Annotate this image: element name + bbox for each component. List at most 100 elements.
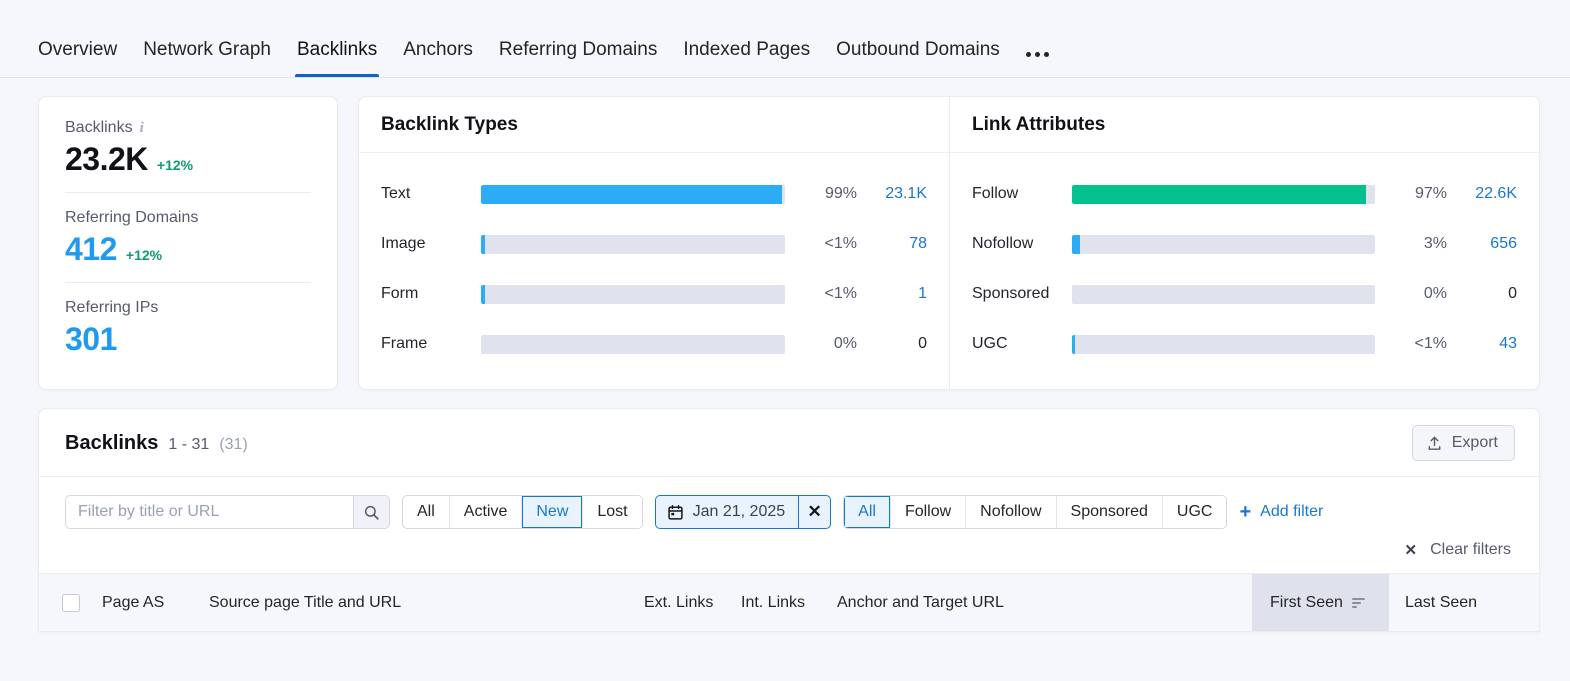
search-button[interactable] (353, 496, 389, 528)
backlinks-title-group: Backlinks 1 - 31 (31) (65, 432, 248, 455)
bar-count[interactable]: 23.1K (857, 185, 927, 203)
attribute-filter-nofollow[interactable]: Nofollow (965, 496, 1055, 528)
attribute-filter-all[interactable]: All (844, 496, 890, 528)
stat-referring-domains: Referring Domains 412 +12% (65, 192, 311, 282)
attribute-filter-sponsored[interactable]: Sponsored (1055, 496, 1162, 528)
bar-percent: 99% (824, 185, 857, 202)
bar-percent: <1% (1414, 335, 1447, 352)
attribute-filter-follow[interactable]: Follow (889, 496, 965, 528)
search-input[interactable] (66, 496, 353, 528)
column-header-source-page[interactable]: Source page Title and URL (209, 574, 644, 631)
main-tab-bar: Overview Network Graph Backlinks Anchors… (0, 0, 1570, 78)
stat-referring-ips-label: Referring IPs (65, 299, 159, 316)
clear-filters-row: ✕ Clear filters (39, 529, 1539, 573)
bar-fill (1072, 334, 1075, 354)
status-filter-group: All Active New Lost (402, 495, 643, 529)
summary-cards-row: Backlinks i 23.2K +12% Referring Domains… (0, 78, 1570, 390)
add-filter-label: Add filter (1260, 503, 1324, 520)
column-header-page-as[interactable]: Page AS (102, 574, 209, 631)
bar-row-follow: Follow 97% 22.6K (972, 169, 1517, 219)
bar-percent: 0% (1423, 285, 1447, 302)
ellipsis-icon[interactable] (1025, 52, 1049, 77)
tab-anchors[interactable]: Anchors (403, 40, 473, 77)
export-button-label: Export (1451, 434, 1498, 451)
bar-label: Follow (972, 185, 1019, 202)
bar-track (481, 334, 785, 354)
bar-row-ugc: UGC <1% 43 (972, 319, 1517, 369)
bar-count: 0 (918, 335, 927, 352)
clear-filters-button[interactable]: ✕ Clear filters (1405, 541, 1511, 559)
bar-fill (1072, 184, 1366, 204)
bar-count[interactable]: 656 (1447, 235, 1517, 253)
bar-row-image: Image <1% 78 (381, 219, 927, 269)
bar-label: Frame (381, 335, 428, 352)
bar-label: Text (381, 185, 411, 202)
column-header-int-links[interactable]: Int. Links (741, 574, 837, 631)
stat-backlinks-delta: +12% (156, 157, 194, 173)
stat-referring-domains-value[interactable]: 412 (65, 231, 117, 268)
stat-referring-domains-delta: +12% (125, 247, 163, 263)
bar-row-nofollow: Nofollow 3% 656 (972, 219, 1517, 269)
bar-row-text: Text 99% 23.1K (381, 169, 927, 219)
tab-network-graph[interactable]: Network Graph (143, 40, 271, 77)
bar-track (481, 184, 785, 204)
checkbox-icon[interactable] (61, 593, 80, 612)
plus-icon: + (1239, 501, 1252, 523)
column-header-ext-links[interactable]: Ext. Links (644, 574, 741, 631)
bar-fill (481, 284, 485, 304)
bar-count[interactable]: 1 (857, 285, 927, 303)
export-button[interactable]: Export (1411, 425, 1515, 461)
bar-count[interactable]: 43 (1447, 335, 1517, 353)
date-filter-label: Jan 21, 2025 (692, 503, 786, 520)
stat-referring-ips-value[interactable]: 301 (65, 321, 117, 358)
bar-percent: <1% (824, 285, 857, 302)
results-range: 1 - 31 (168, 435, 210, 453)
bar-count[interactable]: 22.6K (1447, 185, 1517, 203)
bar-count[interactable]: 78 (857, 235, 927, 253)
column-header-last-seen[interactable]: Last Seen (1389, 574, 1539, 631)
info-icon[interactable]: i (140, 120, 144, 137)
bar-count: 0 (1508, 285, 1517, 302)
backlinks-table-header: Backlinks 1 - 31 (31) Export (39, 409, 1539, 477)
backlink-types-title: Backlink Types (359, 97, 949, 153)
calendar-icon (667, 504, 683, 520)
link-attributes-rows: Follow 97% 22.6K Nofollow 3% 656 Sponsor… (950, 153, 1539, 389)
status-filter-active[interactable]: Active (448, 496, 522, 528)
status-filter-lost[interactable]: Lost (582, 496, 641, 528)
bar-percent: 3% (1423, 235, 1447, 252)
distribution-cards: Backlink Types Text 99% 23.1K Image <1% … (358, 96, 1540, 390)
date-filter-chip: Jan 21, 2025 ✕ (654, 495, 832, 529)
column-header-first-seen-label: First Seen (1270, 593, 1343, 611)
stat-backlinks: Backlinks i 23.2K +12% (65, 119, 311, 192)
tab-backlinks[interactable]: Backlinks (294, 40, 380, 77)
column-header-anchor-target[interactable]: Anchor and Target URL (837, 574, 1252, 631)
attribute-filter-ugc[interactable]: UGC (1161, 496, 1227, 528)
date-filter-button[interactable]: Jan 21, 2025 (656, 496, 799, 528)
status-filter-new[interactable]: New (521, 496, 583, 528)
tab-indexed-pages[interactable]: Indexed Pages (683, 40, 810, 77)
status-filter-all[interactable]: All (403, 496, 449, 528)
stat-referring-domains-label: Referring Domains (65, 209, 199, 226)
bar-track (481, 234, 785, 254)
tab-outbound-domains[interactable]: Outbound Domains (836, 40, 1000, 77)
bar-percent: <1% (824, 235, 857, 252)
tab-referring-domains[interactable]: Referring Domains (499, 40, 657, 77)
bar-label: Nofollow (972, 235, 1034, 252)
backlink-stats-card: Backlinks i 23.2K +12% Referring Domains… (38, 96, 338, 390)
attribute-filter-group: All Follow Nofollow Sponsored UGC (843, 495, 1228, 529)
bar-fill (1072, 234, 1080, 254)
tab-overview[interactable]: Overview (38, 40, 117, 77)
bar-fill (481, 234, 485, 254)
stat-referring-ips: Referring IPs 301 (65, 282, 311, 358)
bar-percent: 97% (1414, 185, 1447, 202)
export-upload-icon (1428, 436, 1441, 450)
select-all-cell (39, 574, 102, 631)
bar-track (481, 284, 785, 304)
add-filter-button[interactable]: + Add filter (1239, 502, 1323, 522)
link-attributes-title: Link Attributes (950, 97, 1539, 153)
column-header-first-seen[interactable]: First Seen (1252, 574, 1389, 631)
close-icon[interactable]: ✕ (798, 496, 830, 528)
stat-backlinks-label: Backlinks i (65, 119, 311, 137)
bar-label: Image (381, 235, 426, 252)
backlinks-table-card: Backlinks 1 - 31 (31) Export All Activ (38, 408, 1540, 632)
